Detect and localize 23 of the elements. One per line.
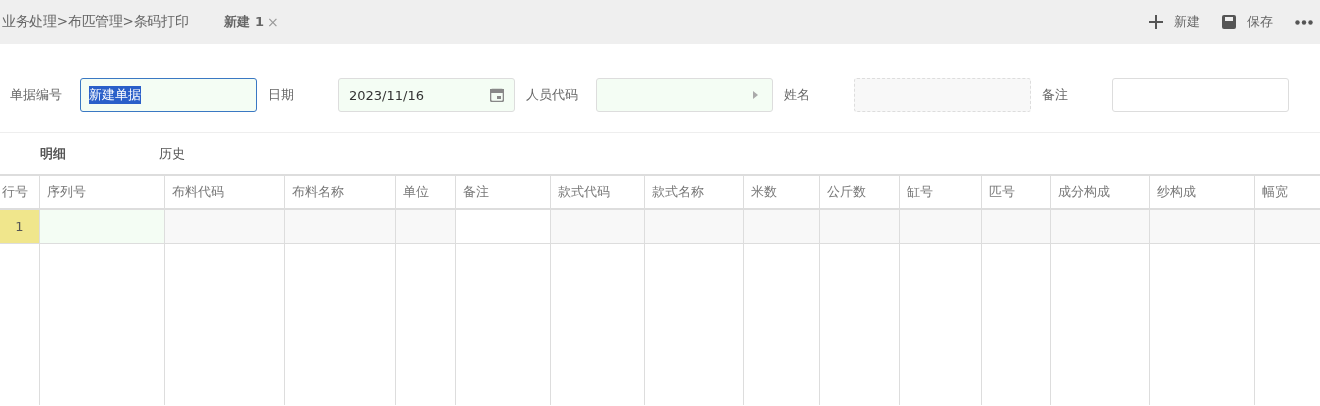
new-button[interactable]: 新建 [1149,13,1200,31]
more-icon[interactable] [1295,19,1313,25]
input-field[interactable]: 新建单据 [80,78,257,112]
input-field[interactable] [1112,78,1289,112]
table-cell[interactable] [456,210,551,244]
caret-right-icon [753,91,758,99]
field-label: 备注 [1042,86,1069,104]
tab[interactable]: 历史 [159,145,278,163]
calendar-icon [490,88,504,102]
row-number: 1 [0,210,40,244]
table-cell[interactable] [40,210,165,244]
table-cell [1255,210,1320,244]
field-label: 日期 [268,86,295,104]
breadcrumb: 业务处理>布匹管理>条码打印 [1,13,189,31]
field-label: 姓名 [784,86,811,104]
tab[interactable]: 明细 [40,145,159,163]
plus-icon [1149,15,1163,29]
field-label: 人员代码 [526,86,579,104]
picker-field[interactable] [596,78,773,112]
document-tab[interactable]: 新建 1 [224,13,264,31]
date-field[interactable]: 2023/11/16 [338,78,515,112]
field-label: 单据编号 [10,86,63,104]
save-button[interactable]: 保存 [1222,13,1273,31]
